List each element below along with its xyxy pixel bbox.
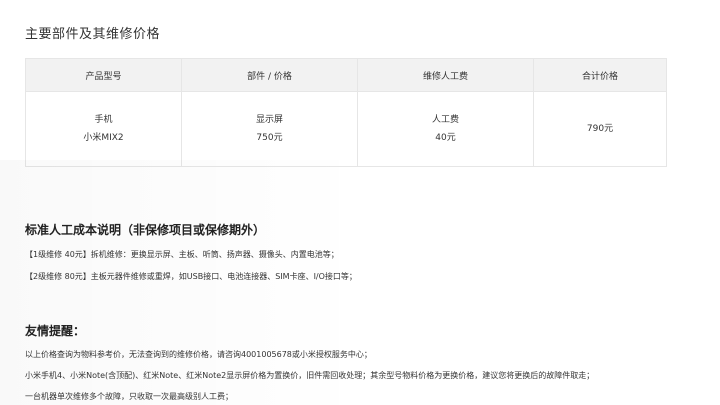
table-row: 手机 小米MIX2 显示屏 750元 人工费 40元 790元 (25, 91, 667, 167)
product-category: 手机 (94, 115, 113, 125)
labor-item-level1: 【1级维修 40元】拆机维修：更换显示屏、主板、听筒、扬声器、摄像头、内置电池等… (25, 250, 339, 259)
notice-item-single-fee: 一台机器单次维修多个故障，只收取一次最高级别人工费； (25, 392, 233, 401)
part-price: 750元 (256, 133, 283, 143)
table-header-row: 产品型号 部件 / 价格 维修人工费 合计价格 (25, 58, 667, 92)
cell-product: 手机 小米MIX2 (25, 91, 182, 167)
labor-section-title: 标准人工成本说明（非保修项目或保修期外） (25, 223, 266, 237)
notice-item-reference-price: 以上价格查询为物料参考价，无法查询到的维修价格，请咨询4001005678或小米… (25, 350, 372, 359)
labor-price: 40元 (435, 133, 456, 143)
background-shade (0, 160, 370, 405)
product-model: 小米MIX2 (83, 133, 124, 143)
labor-name: 人工费 (431, 115, 459, 125)
notice-section-title: 友情提醒： (25, 324, 86, 338)
cell-part: 显示屏 750元 (181, 91, 358, 167)
header-product-model: 产品型号 (25, 58, 182, 92)
cell-total: 790元 (533, 91, 667, 167)
price-table: 产品型号 部件 / 价格 维修人工费 合计价格 手机 小米MIX2 显示屏 75… (25, 58, 667, 167)
header-part-price: 部件 / 价格 (181, 58, 358, 92)
part-name: 显示屏 (255, 115, 283, 125)
header-labor-fee: 维修人工费 (357, 58, 534, 92)
labor-item-level2: 【2级维修 80元】主板元器件维修或重焊，如USB接口、电池连接器、SIM卡座、… (25, 272, 357, 281)
page-title: 主要部件及其维修价格 (25, 27, 161, 42)
header-total-price: 合计价格 (533, 58, 667, 92)
cell-labor: 人工费 40元 (357, 91, 534, 167)
notice-item-replacement-price: 小米手机4、小米Note(含顶配)、红米Note、红米Note2显示屏价格为置换… (25, 371, 595, 380)
